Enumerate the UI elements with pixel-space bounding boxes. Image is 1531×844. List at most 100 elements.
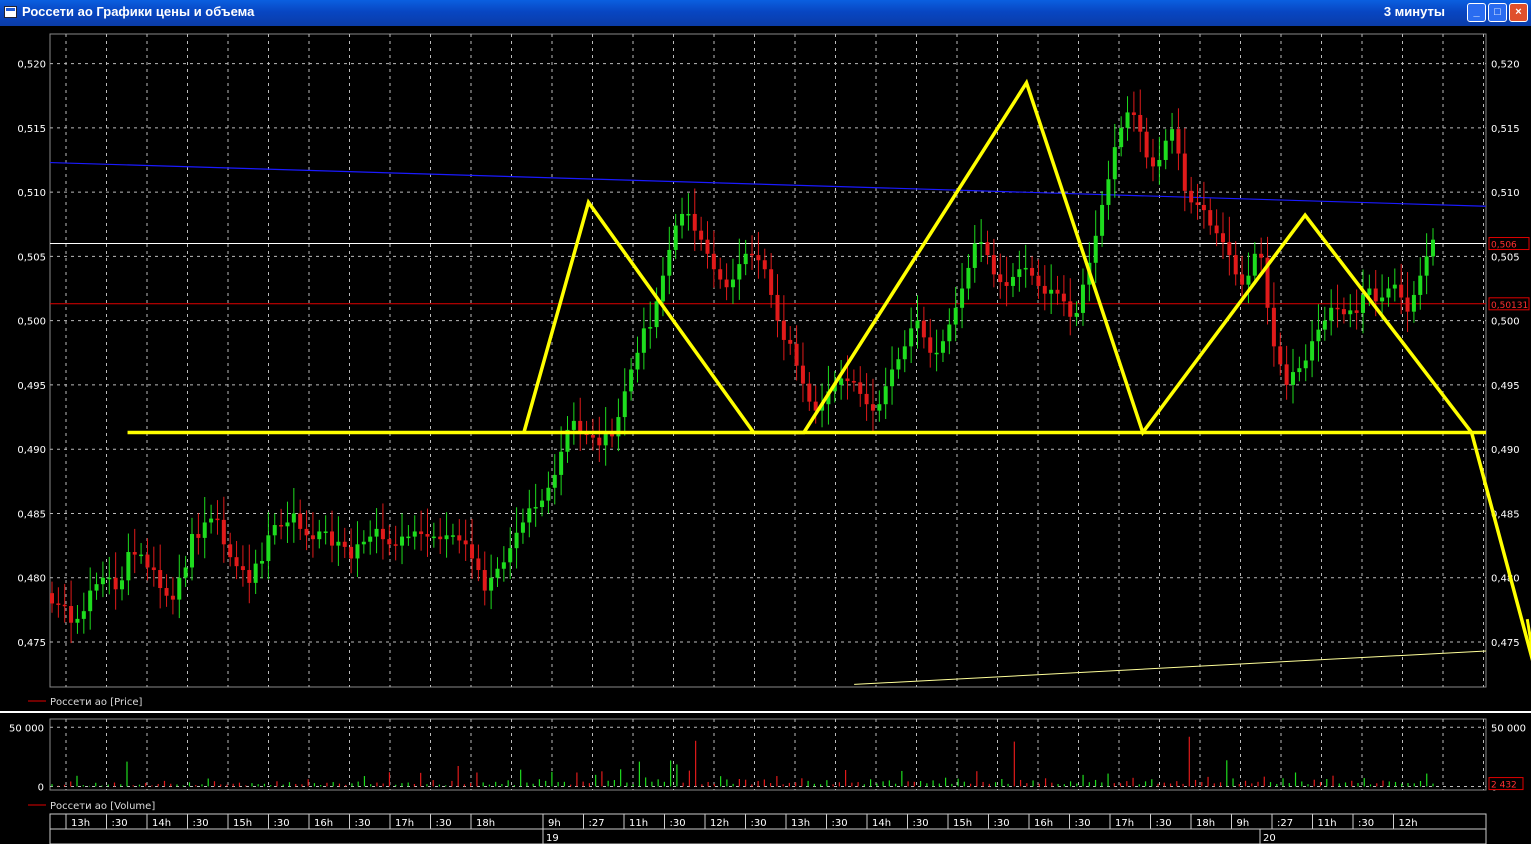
candle-body [1418, 275, 1423, 295]
candle-body [1220, 233, 1225, 243]
candle-body [425, 534, 430, 537]
candle-body [851, 381, 856, 383]
candle-body [151, 567, 156, 571]
candle-body [1100, 204, 1105, 236]
y-tick-label-right: 0,475 [1491, 638, 1520, 649]
close-button[interactable]: × [1509, 3, 1528, 22]
candle-body [190, 534, 195, 568]
time-tick-label: :30 [994, 818, 1010, 829]
volume-legend: Россети ао [Volume] [50, 801, 155, 812]
candle-body [775, 294, 780, 321]
candle-body [730, 279, 735, 288]
candle-body [272, 525, 277, 536]
app-icon [4, 6, 17, 18]
candle-body [387, 539, 392, 545]
candle-body [120, 580, 125, 590]
candle-body [979, 242, 984, 244]
candle-body [966, 267, 971, 289]
candle-body [1080, 284, 1085, 313]
candle-body [890, 369, 895, 387]
time-tick-label: :30 [112, 818, 128, 829]
candle-body [947, 324, 952, 342]
candle-body [380, 528, 385, 540]
candle-body [1329, 307, 1334, 321]
candle-body [1392, 284, 1397, 289]
candle-body [113, 577, 118, 590]
candle-body [877, 404, 882, 411]
candle-body [641, 328, 646, 353]
candle-body [170, 595, 175, 600]
interval-label[interactable]: 3 минуты [1384, 4, 1445, 19]
candle-body [349, 546, 354, 559]
candle-body [1119, 127, 1124, 148]
candle-body [1036, 275, 1041, 286]
candle-body [1144, 131, 1149, 158]
candle-body [463, 540, 468, 545]
candle-body [520, 522, 525, 533]
candle-body [1386, 288, 1391, 298]
candle-body [1138, 114, 1143, 132]
candle-body [438, 536, 443, 540]
candle-body [1125, 112, 1130, 128]
candle-body [928, 337, 933, 353]
y-tick-label-right: 0,520 [1491, 60, 1520, 71]
time-tick-label: 9h [548, 818, 561, 829]
candle-body [960, 288, 965, 308]
candle-body [711, 253, 716, 270]
time-tick-label: 16h [314, 818, 333, 829]
candle-body [1093, 235, 1098, 263]
candle-body [1106, 179, 1111, 205]
candle-body [788, 339, 793, 344]
candle-body [1163, 140, 1168, 160]
candle-body [794, 343, 799, 366]
chart-area[interactable]: 0,475 0,4750,480 0,4800,485 0,4850,490 0,490… [0, 26, 1531, 844]
candle-body [571, 420, 576, 430]
candle-body [1201, 204, 1206, 211]
candle-body [552, 474, 557, 488]
candle-body [1360, 294, 1365, 313]
candle-body [1131, 112, 1136, 115]
candle-body [1367, 288, 1372, 295]
candle-body [508, 548, 513, 563]
candle-body [540, 500, 545, 508]
candle-body [883, 386, 888, 405]
y-tick-label-left: 0,495 [17, 381, 46, 392]
y-tick-label-right: 0,500 [1491, 317, 1520, 328]
candle-body [705, 239, 710, 254]
time-tick-label: :30 [751, 818, 767, 829]
time-tick-label: :30 [1075, 818, 1091, 829]
y-tick-label-left: 0,490 [17, 445, 46, 456]
candle-body [654, 301, 659, 328]
time-tick-label: 13h [791, 818, 810, 829]
candle-body [304, 528, 309, 536]
candle-body [1227, 242, 1232, 256]
y-tick-label-right: 0,505 [1491, 252, 1520, 263]
maximize-button[interactable]: □ [1488, 3, 1507, 22]
y-tick-label-left: 0,515 [17, 124, 46, 135]
candle-body [953, 307, 958, 325]
candle-body [266, 535, 271, 562]
candle-body [1297, 368, 1302, 373]
candle-body [660, 275, 665, 302]
price-legend: Россети ао [Price] [50, 697, 143, 708]
candle-body [247, 570, 252, 583]
candle-body [323, 531, 328, 533]
time-tick-label: 14h [152, 818, 171, 829]
candle-body [1284, 364, 1289, 385]
candle-body [1214, 225, 1219, 234]
candle-body [501, 562, 506, 569]
minimize-button[interactable]: _ [1467, 3, 1486, 22]
candle-body [1335, 307, 1340, 310]
y-tick-label-left: 0,480 [17, 574, 46, 585]
volume-panel [49, 718, 1487, 791]
candle-body [75, 618, 80, 623]
candle-body [1310, 341, 1315, 361]
candle-body [1170, 129, 1175, 141]
candle-body [1157, 159, 1162, 167]
candle-body [1055, 289, 1060, 294]
candle-body [1150, 157, 1155, 167]
candle-body [1341, 309, 1346, 315]
candle-body [228, 544, 233, 558]
candle-body [972, 243, 977, 268]
candle-body [1195, 202, 1200, 205]
